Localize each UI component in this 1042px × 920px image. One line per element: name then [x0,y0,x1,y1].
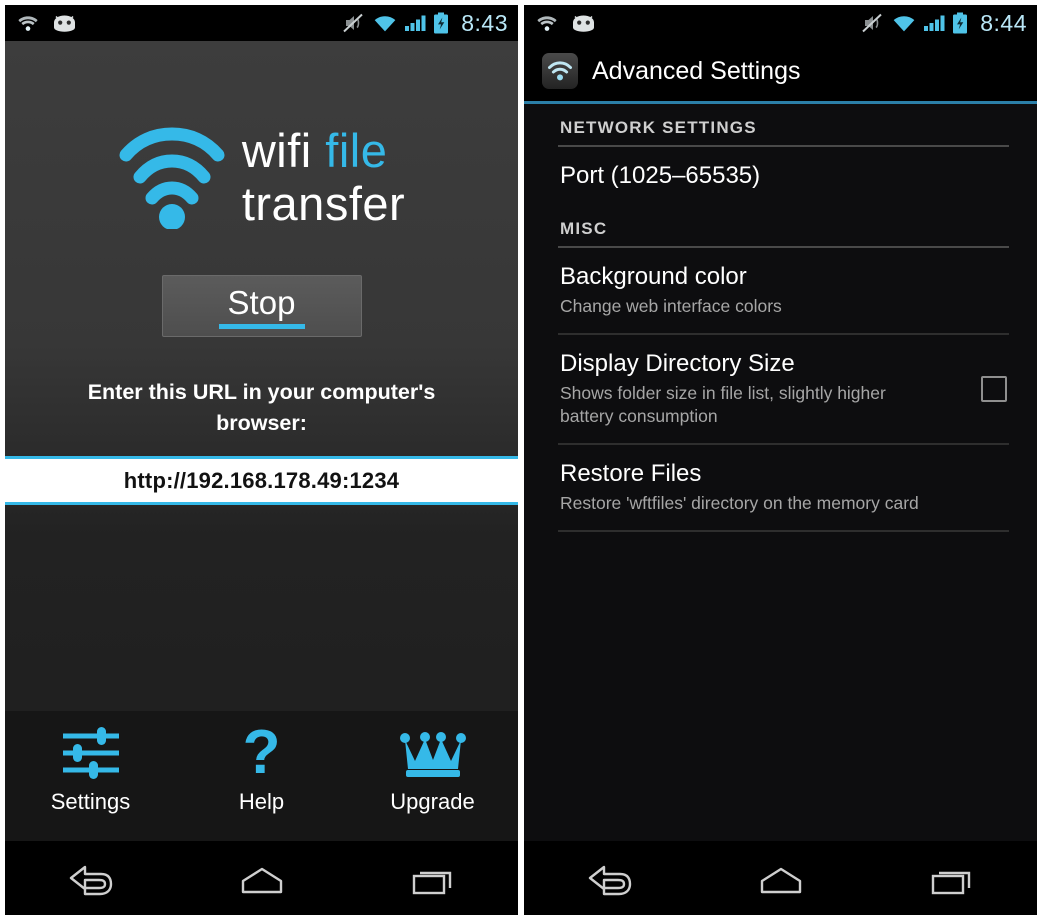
nav-back-button[interactable] [524,864,695,898]
right-phone-screen: 8:44 Advanced Settings NETWORK SETTINGS … [524,5,1037,915]
settings-title: Advanced Settings [592,56,801,85]
status-bar-clock: 8:43 [461,9,508,36]
pref-display-directory-size[interactable]: Display Directory Size Shows folder size… [524,335,1037,443]
action-label-upgrade: Upgrade [390,789,475,814]
nav-back-button[interactable] [5,864,176,898]
left-phone-screen: 8:43 wifi file transfer Stop Enter this … [5,5,518,915]
settings-header: Advanced Settings [524,41,1037,104]
volume-muted-icon [343,13,363,33]
home-icon [241,867,282,894]
recents-icon [412,871,451,895]
logo-word-transfer: transfer [241,177,406,230]
crown-icon [399,725,466,781]
app-wifi-icon [542,53,578,89]
wifi-logo-icon [119,127,225,229]
pref-subtitle-background-color: Change web interface colors [560,295,782,316]
left-status-bar: 8:43 [5,5,518,41]
wifi-signal-icon [374,16,396,32]
nav-home-button[interactable] [695,864,866,898]
nav-recents-button[interactable] [866,864,1037,898]
cellular-signal-icon [924,15,945,31]
bottom-action-bar: Settings ? Help Upgrade [5,711,518,841]
action-settings[interactable]: Settings [5,725,176,815]
battery-charging-icon [434,12,449,34]
battery-charging-icon [953,12,968,34]
section-header-misc: MISC [560,218,608,238]
left-nav-bar [5,847,518,915]
pref-restore-files[interactable]: Restore Files Restore 'wftfiles' directo… [524,445,1037,530]
pref-title-port: Port (1025–65535) [560,162,761,189]
pref-port[interactable]: Port (1025–65535) [524,147,1037,205]
pref-subtitle-display-directory-size: Shows folder size in file list, slightly… [560,382,886,426]
wifi-signal-icon [893,16,915,32]
app-logo-text: wifi file transfer [242,127,405,227]
app-logo: wifi file transfer [5,41,518,229]
logo-word-wifi: wifi [241,124,312,177]
status-bar-left-icons [17,14,78,33]
status-bar-right-icons: 8:44 [861,10,1027,37]
url-value: http://192.168.178.49:1234 [123,467,400,493]
left-app-body: wifi file transfer Stop Enter this URL i… [5,41,518,841]
logo-first-line: wifi file [242,127,405,174]
cellular-signal-icon [405,15,426,31]
pref-subtitle-restore-files: Restore 'wftfiles' directory on the memo… [560,492,919,513]
action-label-help: Help [238,789,285,814]
pref-title-background-color: Background color [560,262,747,290]
right-nav-bar [524,847,1037,915]
action-upgrade[interactable]: Upgrade [347,725,518,815]
android-bean-icon [54,15,75,32]
stop-button-label: Stop [227,283,296,321]
wifi-icon [537,15,557,31]
item-divider [558,529,1009,532]
wifi-icon [18,15,38,31]
volume-muted-icon [862,13,882,33]
url-field[interactable]: http://192.168.178.49:1234 [5,456,518,506]
settings-body: Advanced Settings NETWORK SETTINGS Port … [524,41,1037,841]
status-bar-left-icons [536,14,597,33]
action-help[interactable]: ? Help [176,718,347,815]
dual-screenshot: 8:43 wifi file transfer Stop Enter this … [0,0,1042,920]
android-bean-icon [573,15,594,32]
pref-title-display-directory-size: Display Directory Size [560,349,795,377]
back-arrow-icon [588,865,631,896]
stop-button-underline [218,323,305,329]
back-arrow-icon [69,865,112,896]
pref-title-restore-files: Restore Files [560,459,702,487]
action-label-settings: Settings [50,789,131,814]
nav-recents-button[interactable] [347,864,518,898]
home-icon [760,867,801,894]
recents-icon [931,871,970,895]
right-status-bar: 8:44 [524,5,1037,41]
stop-button-container: Stop [5,275,518,337]
status-bar-right-icons: 8:43 [342,10,508,37]
nav-home-button[interactable] [176,864,347,898]
logo-word-file: file [325,124,388,177]
stop-button[interactable]: Stop [161,275,362,337]
pref-background-color[interactable]: Background color Change web interface co… [524,248,1037,333]
status-bar-clock: 8:44 [980,9,1027,36]
section-header-network: NETWORK SETTINGS [560,118,757,137]
sliders-icon [59,725,123,781]
url-instruction-text: Enter this URL in your computer's browse… [87,380,436,435]
checkbox-display-directory-size[interactable] [981,375,1007,402]
question-mark-icon: ? [242,718,281,787]
